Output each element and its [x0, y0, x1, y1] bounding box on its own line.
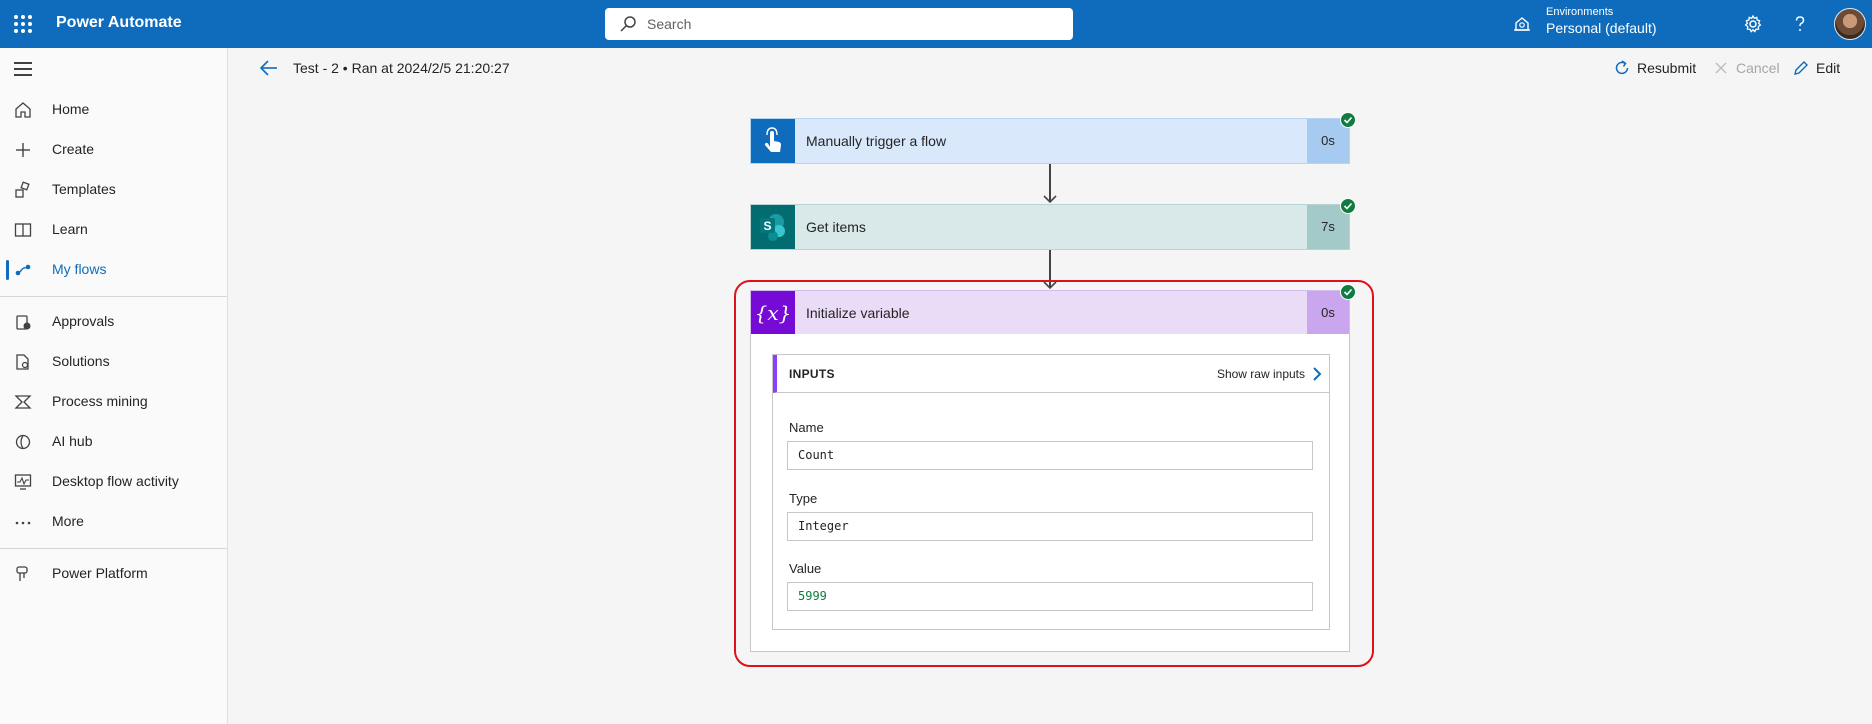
resubmit-label: Resubmit [1637, 60, 1697, 76]
nav-label: Process mining [52, 393, 148, 409]
search-placeholder: Search [647, 16, 692, 32]
sharepoint-icon-box: S [751, 205, 795, 249]
user-avatar[interactable] [1834, 8, 1866, 40]
touch-hand-icon [764, 127, 781, 152]
cancel-button[interactable]: Cancel [1712, 59, 1782, 79]
nav-label: Desktop flow activity [52, 473, 179, 489]
ai-hub-icon [15, 434, 31, 450]
hamburger-menu-icon[interactable] [14, 62, 32, 76]
nav-label: Home [52, 101, 90, 117]
command-bar: Test - 2 • Ran at 2024/2/5 21:20:27 Resu… [229, 48, 1872, 88]
desktop-activity-icon [14, 474, 32, 490]
environment-selector[interactable]: Personal (default) [1546, 20, 1657, 36]
nav-label: Solutions [52, 353, 110, 369]
step-title: Get items [806, 219, 866, 235]
success-check-icon [1340, 198, 1356, 214]
settings-gear-icon[interactable] [1742, 13, 1764, 35]
resubmit-icon [1615, 60, 1629, 75]
more-icon [15, 521, 31, 525]
templates-icon [15, 181, 30, 198]
search-box[interactable]: Search [605, 8, 1073, 40]
process-mining-icon [14, 395, 32, 409]
flows-icon [15, 264, 31, 276]
cancel-label: Cancel [1736, 60, 1780, 76]
nav-label: Create [52, 141, 95, 157]
nav-divider [0, 548, 227, 549]
power-platform-icon [16, 566, 28, 581]
app-launcher-icon[interactable] [14, 15, 32, 33]
environment-icon[interactable] [1512, 14, 1532, 34]
nav-label: My flows [52, 261, 107, 277]
environment-label: Environments [1546, 6, 1614, 18]
resubmit-button[interactable]: Resubmit [1613, 59, 1703, 79]
nav-label: AI hub [52, 433, 93, 449]
active-indicator [6, 260, 9, 280]
pencil-icon [1794, 61, 1808, 75]
nav-label: Learn [52, 221, 88, 237]
edit-button[interactable]: Edit [1792, 59, 1848, 79]
nav-item-learn[interactable]: Learn [0, 210, 227, 250]
highlight-annotation [734, 280, 1374, 667]
approvals-icon [16, 315, 31, 330]
nav-item-power-platform[interactable]: Power Platform [0, 554, 227, 594]
svg-text:S: S [763, 219, 771, 233]
nav-item-ai-hub[interactable]: AI hub [0, 422, 227, 462]
close-icon [1715, 62, 1727, 74]
home-icon [15, 102, 31, 118]
step-card-get-items[interactable]: S Get items 7s [750, 204, 1350, 250]
book-icon [14, 223, 32, 237]
nav-item-create[interactable]: Create [0, 130, 227, 170]
nav-item-process-mining[interactable]: Process mining [0, 382, 227, 422]
nav-label: Approvals [52, 313, 115, 329]
app-title[interactable]: Power Automate [56, 14, 182, 32]
left-navigation: Home Create Templates Learn My flows App… [0, 48, 228, 724]
back-arrow-icon[interactable] [259, 59, 279, 77]
nav-item-approvals[interactable]: Approvals [0, 302, 227, 342]
nav-item-my-flows[interactable]: My flows [0, 250, 227, 290]
nav-item-more[interactable]: More [0, 502, 227, 542]
nav-item-templates[interactable]: Templates [0, 170, 227, 210]
nav-item-desktop-flow-activity[interactable]: Desktop flow activity [0, 462, 227, 502]
arrow-down-icon [1043, 195, 1057, 203]
nav-item-home[interactable]: Home [0, 90, 227, 130]
nav-divider [0, 296, 227, 297]
nav-label: Templates [52, 181, 116, 197]
nav-label: Power Platform [52, 565, 148, 581]
edit-label: Edit [1816, 60, 1841, 76]
search-icon [620, 16, 636, 32]
help-icon[interactable] [1789, 13, 1811, 35]
nav-item-solutions[interactable]: Solutions [0, 342, 227, 382]
sharepoint-icon: S [760, 214, 785, 241]
solutions-icon [16, 354, 29, 370]
step-title: Manually trigger a flow [806, 133, 947, 149]
trigger-icon-box [751, 119, 795, 163]
nav-label: More [52, 513, 84, 529]
success-check-icon [1340, 112, 1356, 128]
step-card-manual-trigger[interactable]: Manually trigger a flow 0s [750, 118, 1350, 164]
top-bar: Power Automate Search Environments Perso… [0, 0, 1872, 48]
run-title: Test - 2 • Ran at 2024/2/5 21:20:27 [293, 60, 510, 76]
plus-icon [16, 143, 30, 157]
